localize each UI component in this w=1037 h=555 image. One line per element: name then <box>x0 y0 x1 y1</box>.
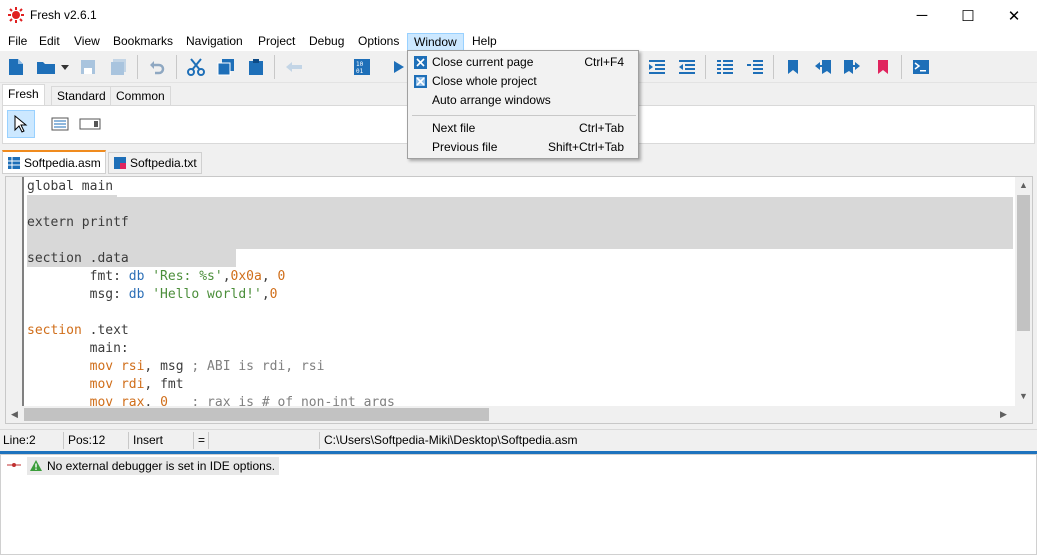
code-editor[interactable]: global main extern printf section .data … <box>5 176 1033 424</box>
code-line: mov rdi, fmt <box>89 377 184 392</box>
svg-text:10: 10 <box>356 61 364 68</box>
save-icon[interactable] <box>77 56 99 78</box>
menu-options[interactable]: Options <box>352 33 405 51</box>
status-modified: = <box>195 432 209 449</box>
toolbar-separator <box>176 55 177 79</box>
code-line: section .text <box>27 323 129 338</box>
bookmark-icon[interactable] <box>782 56 804 78</box>
code-line: extern printf <box>27 215 129 230</box>
file-tab-txt[interactable]: Softpedia.txt <box>108 152 202 174</box>
code-line: global main <box>27 179 114 194</box>
menu-window[interactable]: Window <box>407 33 464 51</box>
code-line: main: <box>27 341 129 356</box>
previous-bookmark-icon[interactable] <box>812 56 834 78</box>
status-empty <box>210 432 320 449</box>
tab-common[interactable]: Common <box>110 86 171 106</box>
status-bar: Line:2 Pos:12 Insert = C:\Users\Softpedi… <box>0 429 1037 450</box>
horizontal-scroll-thumb[interactable] <box>24 408 489 421</box>
message-text: No external debugger is set in IDE optio… <box>47 459 276 473</box>
file-tab-asm[interactable]: Softpedia.asm <box>2 150 106 174</box>
comment-block-icon[interactable] <box>714 56 736 78</box>
new-file-icon[interactable] <box>5 56 27 78</box>
selection-highlight <box>27 197 1013 249</box>
pointer-tool-icon[interactable] <box>7 110 35 138</box>
scroll-up-icon[interactable]: ▲ <box>1019 180 1028 190</box>
paste-icon[interactable] <box>245 56 267 78</box>
warning-icon <box>30 460 42 471</box>
vertical-scroll-thumb[interactable] <box>1017 195 1030 331</box>
window-title: Fresh v2.6.1 <box>30 8 97 22</box>
menu-debug[interactable]: Debug <box>303 33 350 51</box>
back-icon[interactable] <box>283 56 305 78</box>
code-line: mov rsi, msg ; ABI is rdi, rsi <box>89 359 325 374</box>
toolbar-separator <box>773 55 774 79</box>
outdent-icon[interactable] <box>676 56 698 78</box>
message-item[interactable]: No external debugger is set in IDE optio… <box>27 457 280 475</box>
menu-close-current-page[interactable]: Close current page Ctrl+F4 <box>409 53 637 72</box>
menu-edit[interactable]: Edit <box>33 33 66 51</box>
terminal-icon[interactable] <box>910 56 932 78</box>
tab-fresh[interactable]: Fresh <box>2 84 45 106</box>
cut-icon[interactable] <box>185 56 207 78</box>
close-window-button[interactable]: ✕ <box>991 0 1037 31</box>
binary-icon[interactable]: 10 01 <box>351 56 373 78</box>
toolbar-separator <box>901 55 902 79</box>
save-all-icon[interactable] <box>108 56 130 78</box>
copy-icon[interactable] <box>215 56 237 78</box>
menu-previous-file[interactable]: Previous file Shift+Ctrl+Tab <box>409 138 637 157</box>
code-line: section .data <box>27 251 129 266</box>
menu-bookmarks[interactable]: Bookmarks <box>107 33 179 51</box>
clear-bookmarks-icon[interactable] <box>872 56 894 78</box>
undo-icon[interactable] <box>146 56 168 78</box>
menu-project[interactable]: Project <box>252 33 301 51</box>
toolbar-separator <box>274 55 275 79</box>
title-bar: Fresh v2.6.1 ─ ☐ ✕ <box>0 0 1037 31</box>
maximize-button[interactable]: ☐ <box>945 0 991 31</box>
menu-close-whole-project[interactable]: Close whole project <box>409 72 637 91</box>
messages-pane: No external debugger is set in IDE optio… <box>0 454 1037 555</box>
form-component-icon[interactable] <box>46 110 74 138</box>
scroll-left-icon[interactable]: ◀ <box>11 409 18 420</box>
file-tab-label: Softpedia.asm <box>24 155 101 170</box>
menu-navigation[interactable]: Navigation <box>180 33 249 51</box>
horizontal-scrollbar[interactable]: ◀ ▶ <box>6 406 1032 423</box>
menu-separator <box>412 115 636 116</box>
menu-auto-arrange-windows[interactable]: Auto arrange windows <box>409 91 637 110</box>
edit-component-icon[interactable] <box>76 110 104 138</box>
minimize-button[interactable]: ─ <box>899 0 945 31</box>
status-position: Pos:12 <box>65 432 129 449</box>
uncomment-block-icon[interactable] <box>744 56 766 78</box>
file-tab-label: Softpedia.txt <box>130 156 197 170</box>
status-line: Line:2 <box>0 432 64 449</box>
scroll-right-icon[interactable]: ▶ <box>1000 409 1007 420</box>
svg-text:01: 01 <box>356 68 364 75</box>
next-bookmark-icon[interactable] <box>841 56 863 78</box>
vertical-scrollbar[interactable]: ▲ ▼ <box>1015 177 1032 407</box>
open-dropdown-icon[interactable] <box>58 56 72 78</box>
toolbar-separator <box>705 55 706 79</box>
menu-view[interactable]: View <box>68 33 106 51</box>
pin-icon[interactable] <box>7 461 21 469</box>
app-logo-icon <box>8 7 24 23</box>
menu-bar: File Edit View Bookmarks Navigation Proj… <box>0 31 1037 51</box>
menu-help[interactable]: Help <box>466 33 503 51</box>
open-folder-icon[interactable] <box>35 56 57 78</box>
tab-standard[interactable]: Standard <box>51 86 112 106</box>
menu-next-file[interactable]: Next file Ctrl+Tab <box>409 119 637 138</box>
txt-file-icon <box>114 157 126 169</box>
code-line: fmt: db 'Res: %s',0x0a, 0 <box>27 269 286 284</box>
status-file-path: C:\Users\Softpedia-Miki\Desktop\Softpedi… <box>324 433 578 447</box>
close-project-icon <box>414 75 427 88</box>
menu-file[interactable]: File <box>2 33 33 51</box>
indent-icon[interactable] <box>646 56 668 78</box>
close-page-icon <box>414 56 427 69</box>
toolbar-separator <box>137 55 138 79</box>
code-line: msg: db 'Hello world!',0 <box>27 287 278 302</box>
status-mode: Insert <box>130 432 194 449</box>
window-menu-dropdown: Close current page Ctrl+F4 Close whole p… <box>407 50 639 159</box>
asm-file-icon <box>8 156 20 169</box>
editor-gutter <box>6 177 24 407</box>
scroll-down-icon[interactable]: ▼ <box>1019 391 1028 401</box>
